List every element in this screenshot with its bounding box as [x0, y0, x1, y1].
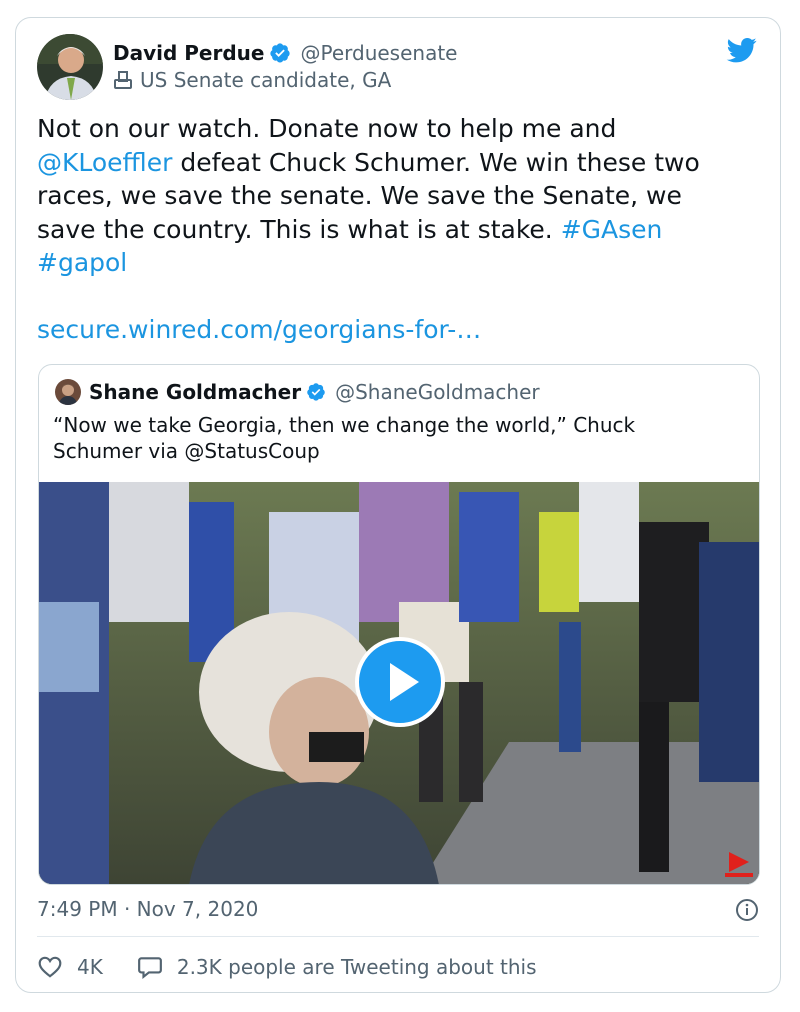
video-player[interactable] [39, 482, 759, 884]
tweet-line: #gapol [37, 246, 757, 280]
quoted-line: Schumer via @StatusCoup [53, 439, 320, 463]
verified-badge-icon [307, 383, 325, 401]
twitter-bird-icon[interactable] [725, 35, 759, 65]
quoted-line: “Now we take Georgia, then we change the… [53, 413, 636, 437]
conversation-text: 2.3K people are Tweeting about this [176, 955, 537, 979]
heart-icon [38, 956, 62, 978]
info-icon[interactable] [735, 898, 759, 922]
quoted-author-avatar[interactable] [55, 379, 81, 405]
mention-link[interactable]: @KLoeffler [37, 148, 172, 177]
tweet-text-segment: save the country. This is what is at sta… [37, 214, 561, 244]
tweet-url-link[interactable]: secure.winred.com/georgians-for-… [37, 313, 481, 346]
speech-bubble-icon [137, 957, 162, 980]
tweet-text-segment: defeat Chuck Schumer. We win these two [172, 147, 700, 177]
tweet-line: save the country. This is what is at sta… [37, 213, 757, 247]
hashtag-link[interactable]: #GAsen [561, 215, 663, 244]
author-name-row[interactable]: David Perdue @Perduesenate [113, 38, 458, 68]
like-button[interactable]: 4K [37, 954, 103, 980]
like-count: 4K [77, 955, 103, 979]
play-icon[interactable] [355, 637, 445, 727]
tweet-timestamp[interactable]: 7:49 PM · Nov 7, 2020 [37, 896, 258, 922]
divider [37, 936, 759, 937]
quoted-tweet[interactable]: Shane Goldmacher @ShaneGoldmacher “Now w… [38, 364, 760, 885]
hashtag-link[interactable]: #gapol [37, 248, 127, 277]
ballot-box-icon [114, 71, 132, 89]
author-label-row: US Senate candidate, GA [113, 66, 391, 94]
quoted-author-handle[interactable]: @ShaneGoldmacher [335, 380, 540, 404]
tweet-line: @KLoeffler defeat Chuck Schumer. We win … [37, 146, 757, 180]
tweet-line: races, we save the senate. We save the S… [37, 181, 682, 210]
video-source-logo-icon [725, 852, 753, 877]
tweet-line: Not on our watch. Donate now to help me … [37, 114, 617, 143]
author-avatar[interactable] [37, 34, 103, 100]
quoted-tweet-text: “Now we take Georgia, then we change the… [53, 412, 743, 464]
conversation-button[interactable]: 2.3K people are Tweeting about this [137, 954, 537, 980]
tweet-actions: 4K 2.3K people are Tweeting about this [37, 953, 537, 981]
author-handle[interactable]: @Perduesenate [300, 41, 457, 65]
author-name[interactable]: David Perdue [113, 41, 264, 65]
quoted-author-name[interactable]: Shane Goldmacher [89, 380, 301, 404]
tweet-text: Not on our watch. Donate now to help me … [37, 112, 757, 280]
verified-badge-icon [270, 43, 291, 63]
quoted-author-row[interactable]: Shane Goldmacher @ShaneGoldmacher [89, 378, 540, 406]
author-label: US Senate candidate, GA [140, 68, 392, 92]
